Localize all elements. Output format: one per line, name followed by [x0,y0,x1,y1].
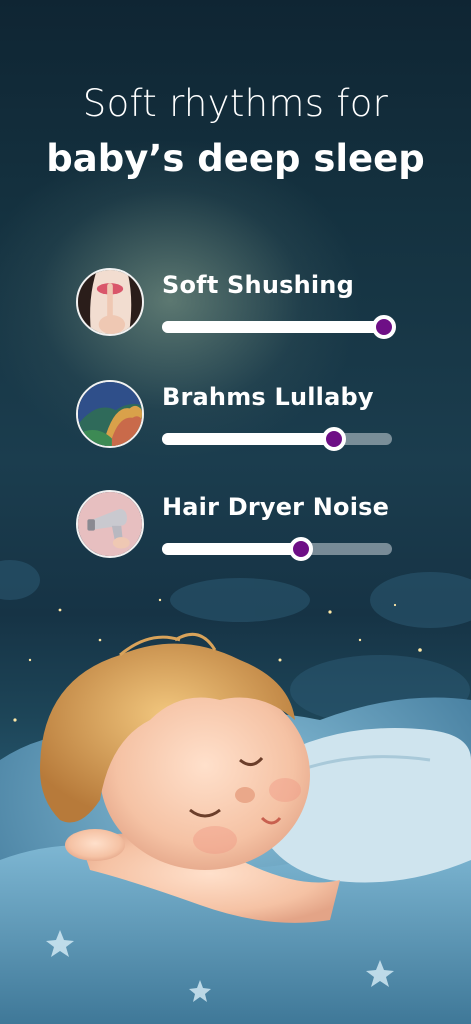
painted-hills-icon[interactable] [76,380,144,448]
slider-fill [162,433,334,445]
track-row-brahms-lullaby[interactable]: Brahms Lullaby [76,380,396,460]
slider-fill [162,543,302,555]
headline-line-1: Soft rhythms for [82,82,389,125]
volume-slider[interactable] [162,537,392,561]
volume-slider[interactable] [162,315,396,339]
headline: Soft rhythms for baby’s deep sleep [0,78,471,188]
slider-knob[interactable] [321,427,346,451]
hair-dryer-icon[interactable] [76,490,144,558]
track-row-hair-dryer-noise[interactable]: Hair Dryer Noise [76,490,396,570]
slider-knob[interactable] [372,315,396,339]
headline-line-2: baby’s deep sleep [46,137,425,180]
track-title: Brahms Lullaby [162,383,374,411]
slider-fill [162,321,384,333]
track-row-soft-shushing[interactable]: Soft Shushing [76,268,396,348]
track-title: Soft Shushing [162,271,354,299]
shushing-lips-icon[interactable] [76,268,144,336]
slider-knob[interactable] [289,537,314,561]
track-title: Hair Dryer Noise [162,493,390,521]
volume-slider[interactable] [162,427,392,451]
